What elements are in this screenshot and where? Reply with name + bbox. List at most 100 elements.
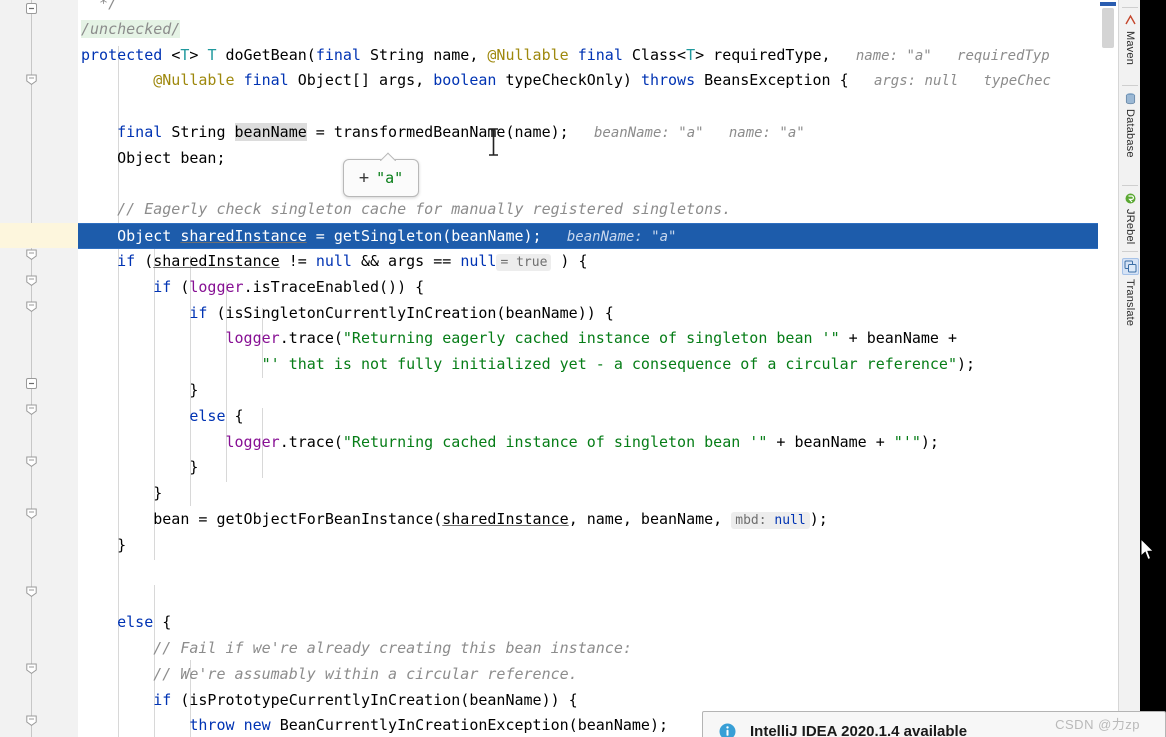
code-token: @Nullable xyxy=(153,71,244,90)
code-editor[interactable]: *//unchecked/protected <T> T doGetBean(f… xyxy=(78,0,1118,737)
code-token: beanName: "a" name: "a" xyxy=(568,124,805,141)
code-token: bean = xyxy=(81,509,217,528)
code-token: getSingleton xyxy=(333,227,443,246)
jrebel-icon xyxy=(1124,192,1137,205)
code-token: if xyxy=(117,251,145,270)
code-token: "Returning cached instance of singleton … xyxy=(342,432,768,451)
code-token: = xyxy=(306,122,334,141)
code-token: "'" xyxy=(893,432,921,451)
code-line[interactable]: // Eagerly check singleton cache for man… xyxy=(78,197,1118,223)
code-line[interactable]: */ xyxy=(78,0,1118,17)
code-token: + beanName + xyxy=(767,432,894,451)
code-line[interactable]: // We're assumably within a circular ref… xyxy=(78,662,1118,688)
code-token: T xyxy=(686,45,696,64)
code-line[interactable]: logger.trace("Returning eagerly cached i… xyxy=(78,326,1118,352)
database-icon xyxy=(1124,92,1137,105)
code-token: ( xyxy=(306,45,316,64)
fold-region-icon[interactable] xyxy=(25,714,38,727)
code-line[interactable]: "' that is not fully initialized yet - a… xyxy=(78,352,1118,378)
code-line[interactable]: else { xyxy=(78,610,1118,636)
code-line[interactable]: /unchecked/ xyxy=(78,17,1118,43)
fold-region-icon[interactable] xyxy=(25,73,38,86)
scrollbar-error-marker[interactable] xyxy=(1100,2,1116,6)
code-line[interactable]: // Fail if we're already creating this b… xyxy=(78,636,1118,662)
code-line[interactable]: Object sharedInstance = getSingleton(bea… xyxy=(78,223,1118,249)
code-token: BeanCurrentlyInCreationException(beanNam… xyxy=(279,716,669,735)
code-token: new xyxy=(243,716,280,735)
code-line[interactable]: if (sharedInstance != null && args == nu… xyxy=(78,249,1118,275)
code-token: > requiredType, xyxy=(695,45,831,64)
csdn-watermark: CSDN @力zp xyxy=(1055,717,1140,732)
fold-region-icon[interactable] xyxy=(25,585,38,598)
code-token: } xyxy=(81,484,163,503)
fold-collapse-icon[interactable] xyxy=(25,377,38,390)
editor-fold-gutter xyxy=(0,0,78,737)
code-line[interactable]: else { xyxy=(78,404,1118,430)
code-token: final xyxy=(315,45,370,64)
toolwindow-label: Translate xyxy=(1124,279,1136,327)
code-line[interactable]: if (isPrototypeCurrentlyInCreation(beanN… xyxy=(78,688,1118,714)
code-token: typeCheckOnly) xyxy=(505,71,641,90)
toolwindow-label: Database xyxy=(1124,109,1136,158)
code-lines[interactable]: *//unchecked/protected <T> T doGetBean(f… xyxy=(78,0,1118,737)
code-line[interactable]: } xyxy=(78,481,1118,507)
fold-region-icon[interactable] xyxy=(25,662,38,675)
fold-region-icon[interactable] xyxy=(25,403,38,416)
toolwindow-separator xyxy=(1122,7,1138,8)
toolwindow-button-database[interactable]: Database xyxy=(1119,92,1141,158)
code-token: + beanName + xyxy=(839,329,958,348)
fold-region-icon[interactable] xyxy=(25,455,38,468)
code-line[interactable]: bean = getObjectForBeanInstance(sharedIn… xyxy=(78,507,1118,533)
code-token: final xyxy=(117,122,172,141)
code-line[interactable]: } xyxy=(78,455,1118,481)
code-line[interactable]: @Nullable final Object[] args, boolean t… xyxy=(78,68,1118,94)
code-line[interactable]: } xyxy=(78,533,1118,559)
code-token: } xyxy=(81,535,127,554)
code-token: .isTraceEnabled()) { xyxy=(243,277,425,296)
code-token: logger xyxy=(189,277,244,296)
fold-region-icon[interactable] xyxy=(25,300,38,313)
popup-value: "a" xyxy=(376,169,404,187)
code-line[interactable] xyxy=(78,94,1118,120)
code-token: mbd: null xyxy=(731,511,810,529)
debugger-value-popup[interactable]: + "a" xyxy=(343,159,419,197)
editor-scrollbar-column[interactable] xyxy=(1098,0,1118,737)
code-line[interactable] xyxy=(78,584,1118,610)
code-token: (name); xyxy=(505,122,569,141)
code-token: .trace( xyxy=(279,432,343,451)
code-line[interactable]: } xyxy=(78,378,1118,404)
toolwindow-button-maven[interactable]: Maven xyxy=(1119,14,1141,65)
code-token: sharedInstance xyxy=(442,509,569,528)
code-token: Object bean; xyxy=(81,148,226,167)
code-token: name: "a" requiredTyp xyxy=(830,47,1050,64)
code-line[interactable]: Object bean; xyxy=(78,146,1118,172)
code-line[interactable] xyxy=(78,172,1118,198)
fold-collapse-icon[interactable] xyxy=(25,2,38,15)
code-line[interactable]: logger.trace("Returning cached instance … xyxy=(78,430,1118,456)
toolwindow-button-jrebel[interactable]: JRebel xyxy=(1119,192,1141,244)
code-line[interactable] xyxy=(78,559,1118,585)
code-line[interactable]: if (logger.isTraceEnabled()) { xyxy=(78,275,1118,301)
fold-region-icon[interactable] xyxy=(25,248,38,261)
fold-region-icon[interactable] xyxy=(25,507,38,520)
screen-edge-black-area xyxy=(1140,0,1166,737)
code-line[interactable]: final String beanName = transformedBeanN… xyxy=(78,120,1118,146)
code-token: null xyxy=(315,251,352,270)
translate-icon xyxy=(1121,258,1139,275)
code-line[interactable]: protected <T> T doGetBean(final String n… xyxy=(78,43,1118,69)
code-token: { xyxy=(153,613,172,632)
toolwindow-button-translate[interactable]: Translate xyxy=(1119,258,1141,326)
right-toolwindow-bar[interactable]: Maven Database JRebel Translate xyxy=(1118,0,1141,737)
code-token: sharedInstance xyxy=(180,227,307,246)
code-line[interactable]: if (isSingletonCurrentlyInCreation(beanN… xyxy=(78,301,1118,327)
intellij-idea-window: *//unchecked/protected <T> T doGetBean(f… xyxy=(0,0,1166,737)
code-token: throw xyxy=(189,716,244,735)
code-token: ( xyxy=(433,509,443,528)
code-token: final xyxy=(577,45,632,64)
scrollbar-thumb[interactable] xyxy=(1102,8,1114,48)
fold-region-icon[interactable] xyxy=(25,274,38,287)
code-token: < xyxy=(171,45,181,64)
